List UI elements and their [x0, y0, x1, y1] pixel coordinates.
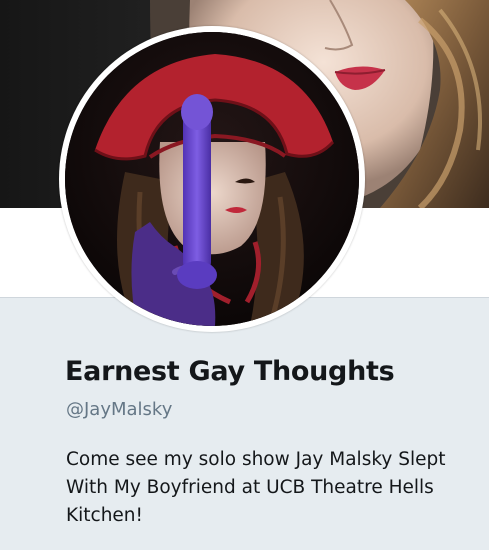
profile-display-name: Earnest Gay Thoughts [65, 356, 395, 387]
profile-avatar[interactable] [59, 26, 365, 332]
avatar-image [65, 32, 359, 326]
profile-bio: Come see my solo show Jay Malsky Slept W… [66, 449, 446, 526]
profile-handle[interactable]: @JayMalsky [66, 399, 172, 420]
